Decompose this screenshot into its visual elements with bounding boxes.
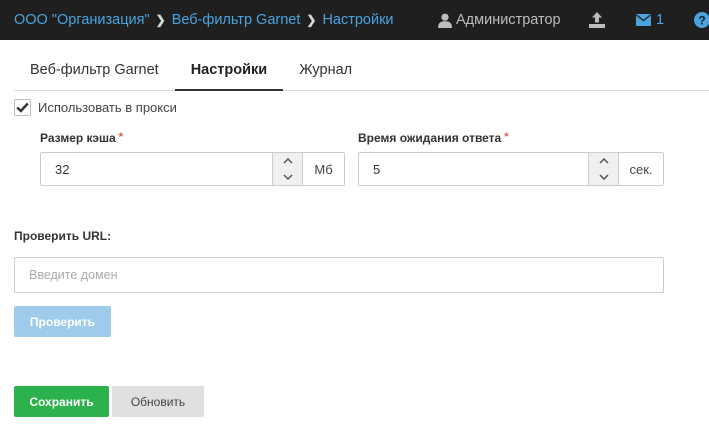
use-in-proxy-checkbox[interactable]	[14, 99, 31, 116]
upload-button[interactable]	[589, 0, 605, 40]
chevron-down-icon	[598, 174, 609, 180]
timeout-input[interactable]	[359, 153, 588, 185]
breadcrumb-settings[interactable]: Настройки	[322, 12, 393, 28]
domain-input[interactable]	[14, 257, 664, 293]
cache-size-label-text: Размер кэша	[40, 131, 116, 145]
tab-settings[interactable]: Настройки	[174, 50, 284, 91]
tab-web-filter[interactable]: Веб-фильтр Garnet	[14, 50, 175, 90]
messages-count: 1	[656, 12, 665, 28]
timeout-spinner	[588, 153, 618, 185]
help-button[interactable]: ?	[694, 0, 709, 40]
chevron-right-icon: ❯	[306, 13, 317, 27]
timeout-decrement[interactable]	[589, 169, 618, 185]
required-mark: *	[504, 131, 509, 143]
checkmark-icon	[16, 102, 29, 113]
timeout-label-text: Время ожидания ответа	[358, 131, 502, 145]
refresh-button[interactable]: Обновить	[112, 386, 204, 417]
top-bar: ООО "Организация" ❯ Веб-фильтр Garnet ❯ …	[0, 0, 709, 40]
breadcrumb-web-filter[interactable]: Веб-фильтр Garnet	[172, 12, 301, 28]
user-name: Администратор	[456, 12, 561, 28]
breadcrumb: ООО "Организация" ❯ Веб-фильтр Garnet ❯ …	[14, 0, 394, 40]
cache-size-input[interactable]	[41, 153, 272, 185]
cache-size-spinner	[272, 153, 302, 185]
envelope-icon	[636, 14, 651, 26]
help-icon: ?	[694, 12, 709, 28]
upload-icon	[589, 12, 605, 28]
cache-size-unit: Мб	[302, 153, 344, 185]
use-in-proxy-label: Использовать в прокси	[38, 100, 177, 115]
timeout-increment[interactable]	[589, 153, 618, 169]
timeout-label: Время ожидания ответа *	[358, 131, 509, 145]
required-mark: *	[118, 131, 123, 143]
user-menu[interactable]: Администратор	[438, 0, 561, 40]
cache-size-increment[interactable]	[273, 153, 302, 169]
chevron-down-icon	[282, 174, 293, 180]
svg-text:?: ?	[698, 13, 705, 27]
chevron-up-icon	[282, 158, 293, 164]
messages-button[interactable]: 1	[636, 0, 664, 40]
cache-size-label: Размер кэша *	[40, 131, 123, 145]
use-in-proxy-row: Использовать в прокси	[14, 99, 177, 116]
check-url-label: Проверить URL:	[14, 229, 112, 243]
user-icon	[438, 13, 452, 28]
save-button[interactable]: Сохранить	[14, 386, 109, 417]
chevron-up-icon	[598, 158, 609, 164]
breadcrumb-organization[interactable]: ООО "Организация"	[14, 12, 150, 28]
timeout-field: сек.	[358, 152, 664, 186]
check-url-button[interactable]: Проверить	[14, 306, 111, 337]
tab-bar: Веб-фильтр Garnet Настройки Журнал	[14, 50, 709, 91]
cache-size-field: Мб	[40, 152, 345, 186]
chevron-right-icon: ❯	[155, 13, 166, 27]
tab-journal[interactable]: Журнал	[283, 50, 368, 90]
cache-size-decrement[interactable]	[273, 169, 302, 185]
timeout-unit: сек.	[618, 153, 663, 185]
